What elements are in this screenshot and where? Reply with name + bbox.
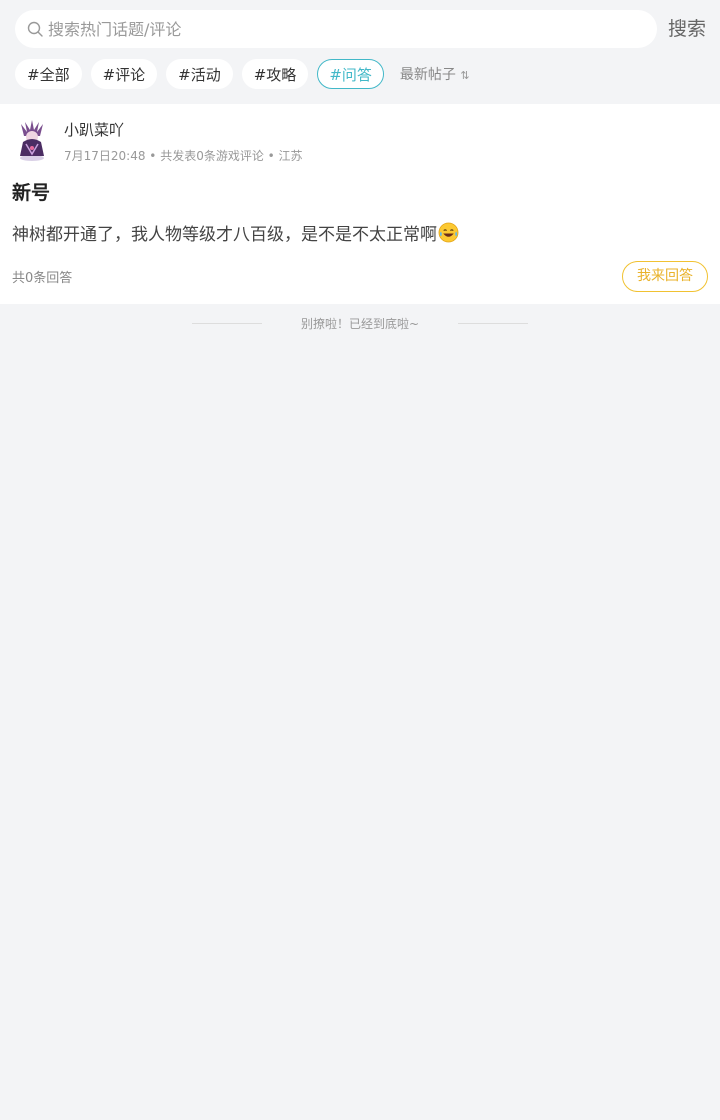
tag-guide[interactable]: #攻略 xyxy=(241,59,309,89)
tag-activity[interactable]: #活动 xyxy=(166,59,233,89)
top-bar: 搜索 #全部 #评论 #活动 #攻略 #问答 最新帖子 ⇅ xyxy=(0,0,720,104)
post-body-text: 神树都开通了，我人物等级才八百级，是不是不太正常啊 xyxy=(12,225,437,245)
search-box[interactable] xyxy=(15,10,657,48)
sort-label: 最新帖子 xyxy=(399,67,456,83)
post-title[interactable]: 新号 xyxy=(12,178,50,205)
sort-dropdown[interactable]: 最新帖子 ⇅ xyxy=(400,64,470,84)
answer-count: 共0条回答 xyxy=(12,271,73,286)
search-button[interactable]: 搜索 xyxy=(668,17,706,41)
post-meta: 7月17日20:48 • 共发表0条游戏评论 • 江苏 xyxy=(64,149,303,163)
tag-qa[interactable]: #问答 xyxy=(317,59,384,89)
tag-review[interactable]: #评论 xyxy=(90,59,158,89)
username[interactable]: 小趴菜吖 xyxy=(64,119,124,140)
end-of-list-text: 别撩啦！已经到底啦~ xyxy=(300,317,420,331)
post-body[interactable]: 神树都开通了，我人物等级才八百级，是不是不太正常啊 xyxy=(12,220,459,245)
laughing-tears-emoji-icon xyxy=(438,222,459,243)
divider-right xyxy=(458,323,528,324)
avatar[interactable] xyxy=(13,118,51,162)
tag-bar: #全部 #评论 #活动 #攻略 #问答 最新帖子 ⇅ xyxy=(15,59,470,89)
search-icon xyxy=(27,21,43,37)
tag-all[interactable]: #全部 xyxy=(15,59,82,89)
search-input[interactable] xyxy=(48,11,657,47)
answer-button[interactable]: 我来回答 xyxy=(622,261,708,292)
sort-arrows-icon: ⇅ xyxy=(460,69,470,82)
